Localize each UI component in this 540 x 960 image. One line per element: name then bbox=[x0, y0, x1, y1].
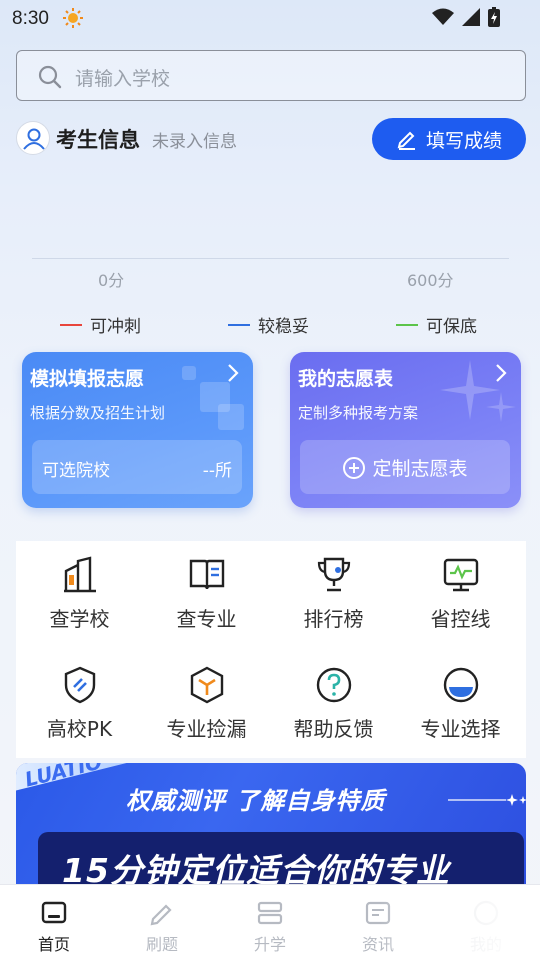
tab-admission-label: 升学 bbox=[253, 935, 286, 954]
my-card-title: 我的志愿表 bbox=[298, 368, 394, 390]
customize-form-label: 定制志愿表 bbox=[372, 458, 468, 480]
wifi-icon bbox=[432, 8, 454, 25]
trophy-icon bbox=[317, 557, 350, 592]
mock-card-title: 模拟填报志愿 bbox=[30, 368, 145, 390]
tab-practice-label: 刷题 bbox=[145, 935, 178, 954]
tab-practice[interactable]: 刷题 bbox=[108, 899, 216, 955]
grid-label: 专业选择 bbox=[420, 717, 501, 741]
sparkle-arrow-icon bbox=[448, 794, 526, 806]
stack-icon bbox=[257, 901, 283, 925]
signal-icon bbox=[462, 8, 480, 26]
search-input[interactable]: 请输入学校 bbox=[16, 50, 526, 101]
legend-label: 可保底 bbox=[426, 317, 477, 337]
axis-max-label: 600分 bbox=[407, 271, 454, 290]
grid-item-rankings[interactable]: 排行榜 bbox=[270, 555, 397, 632]
axis-min-label: 0分 bbox=[98, 271, 125, 290]
selectable-schools-count: --所 bbox=[202, 461, 232, 481]
status-bar: 8:30 bbox=[0, 0, 540, 36]
sun-icon bbox=[63, 8, 83, 28]
tab-admission[interactable]: 升学 bbox=[216, 899, 324, 955]
legend-item-safe: 可保底 bbox=[396, 312, 477, 337]
score-axis bbox=[32, 258, 509, 259]
mock-card-subtitle: 根据分数及招生计划 bbox=[30, 404, 166, 422]
monitor-chart-icon bbox=[443, 558, 478, 592]
shield-vs-icon bbox=[64, 666, 95, 704]
tab-home[interactable]: 首页 bbox=[0, 899, 108, 955]
legend-label: 较稳妥 bbox=[258, 317, 309, 337]
chevron-right-icon bbox=[228, 364, 239, 382]
fill-score-button[interactable]: 填写成绩 bbox=[372, 118, 526, 160]
sparkle-icon bbox=[486, 392, 516, 422]
candidate-status: 未录入信息 bbox=[152, 132, 237, 152]
grid-item-major-choice[interactable]: 专业选择 bbox=[397, 665, 524, 742]
banner-headline: 权威测评 了解自身特质 bbox=[126, 787, 386, 815]
grid-label: 查学校 bbox=[49, 607, 110, 631]
grid-label: 高校PK bbox=[46, 717, 113, 741]
legend-line-red bbox=[60, 323, 82, 326]
grid-item-university-pk[interactable]: 高校PK bbox=[16, 665, 143, 742]
grid-label: 专业捡漏 bbox=[166, 717, 247, 741]
grid-item-find-major[interactable]: 查专业 bbox=[143, 555, 270, 632]
fill-score-label: 填写成绩 bbox=[425, 129, 502, 152]
home-screen-icon bbox=[41, 901, 67, 924]
grid-item-help-feedback[interactable]: 帮助反馈 bbox=[270, 665, 397, 742]
decor-square bbox=[182, 366, 196, 380]
grid-label: 排行榜 bbox=[303, 607, 364, 631]
school-building-icon bbox=[63, 556, 96, 593]
selectable-schools-label: 可选院校 bbox=[42, 461, 110, 481]
legend-label: 可冲刺 bbox=[90, 317, 141, 337]
feature-grid: 查学校 查专业 排行榜 省控线 高校PK 专业捡漏 帮助反馈 专业选择 bbox=[16, 541, 526, 758]
search-icon bbox=[38, 65, 62, 89]
pencil-icon bbox=[150, 904, 172, 926]
avatar[interactable] bbox=[16, 121, 50, 155]
legend-line-blue bbox=[228, 323, 250, 326]
grid-item-control-line[interactable]: 省控线 bbox=[397, 555, 524, 632]
status-time: 8:30 bbox=[12, 8, 49, 29]
grid-item-find-school[interactable]: 查学校 bbox=[16, 555, 143, 632]
customize-form-button[interactable]: 定制志愿表 bbox=[300, 440, 510, 494]
my-card-subtitle: 定制多种报考方案 bbox=[298, 404, 419, 422]
grid-label: 省控线 bbox=[430, 607, 491, 631]
cube-icon bbox=[190, 666, 223, 704]
grid-label: 帮助反馈 bbox=[293, 717, 374, 741]
grid-label: 查专业 bbox=[176, 607, 237, 631]
battery-icon bbox=[488, 7, 500, 27]
legend-item-stable: 较稳妥 bbox=[228, 312, 309, 337]
legend-line-green bbox=[396, 323, 418, 326]
assessment-banner[interactable]: LUATIO 权威测评 了解自身特质 15分钟定位适合你的专业 bbox=[16, 763, 526, 893]
nav-fade-overlay bbox=[380, 885, 540, 960]
book-icon bbox=[189, 559, 224, 590]
chevron-right-icon bbox=[496, 364, 507, 382]
tab-home-label: 首页 bbox=[37, 935, 70, 954]
legend-item-sprint: 可冲刺 bbox=[60, 312, 141, 337]
pencil-icon bbox=[397, 131, 415, 150]
plus-circle-icon bbox=[343, 456, 366, 479]
question-icon bbox=[316, 667, 351, 703]
candidate-title: 考生信息 bbox=[56, 128, 140, 152]
decor-square bbox=[218, 404, 244, 430]
user-icon bbox=[23, 128, 45, 150]
mock-application-card[interactable]: 模拟填报志愿 根据分数及招生计划 可选院校 --所 bbox=[22, 352, 253, 508]
bottom-nav: 首页 刷题 升学 资讯 我的 bbox=[0, 884, 540, 960]
search-placeholder: 请输入学校 bbox=[75, 68, 171, 90]
selectable-schools-box: 可选院校 --所 bbox=[32, 440, 242, 494]
my-application-card[interactable]: 我的志愿表 定制多种报考方案 定制志愿表 bbox=[290, 352, 521, 508]
grid-item-major-bargain[interactable]: 专业捡漏 bbox=[143, 665, 270, 742]
half-circle-icon bbox=[443, 667, 478, 703]
